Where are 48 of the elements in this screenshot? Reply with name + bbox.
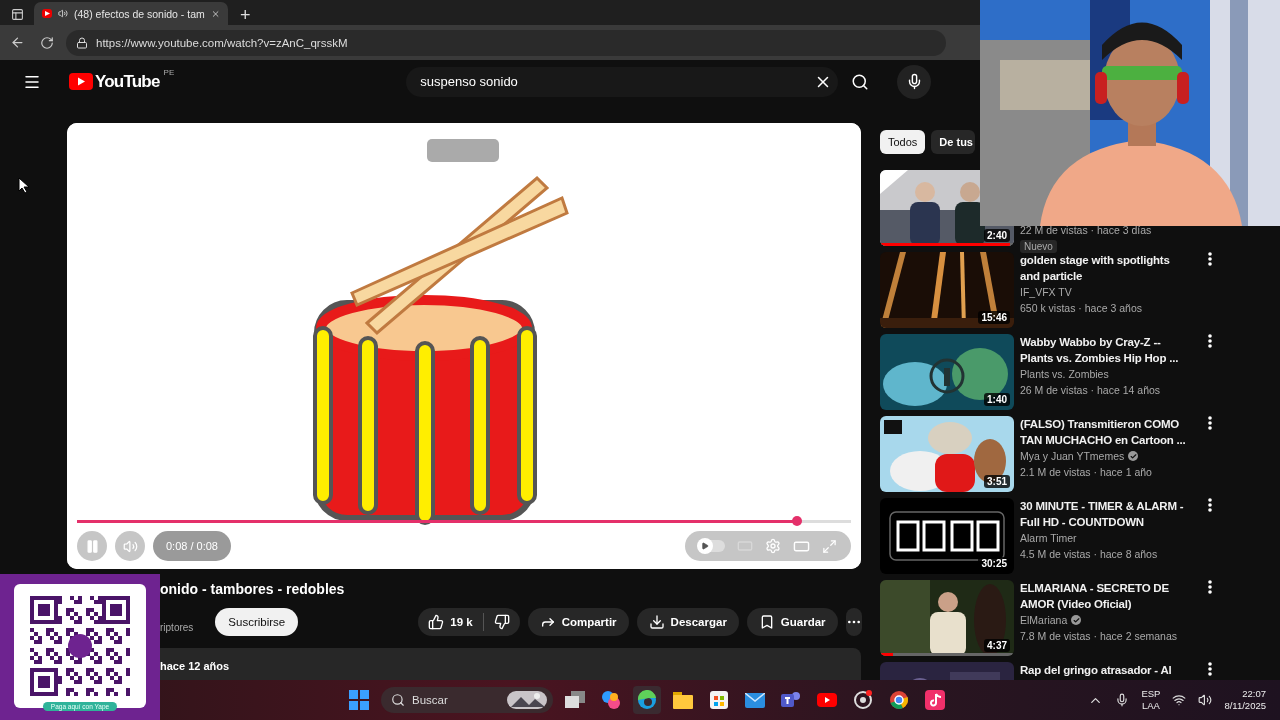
filter-chip[interactable]: Todos bbox=[880, 130, 926, 154]
view-stats: 7.8 M de vistas · hace 2 semanas bbox=[1020, 629, 1177, 644]
video-title[interactable]: golden stage with spotlights and particle bbox=[1020, 252, 1192, 284]
upload-date: hace 12 años bbox=[160, 660, 230, 672]
video-duration: 4:37 bbox=[984, 639, 1010, 652]
language-indicator[interactable]: ESP LAA bbox=[1141, 688, 1161, 712]
view-stats: 4.5 M de vistas · hace 8 años bbox=[1020, 547, 1158, 562]
video-title[interactable]: ELMARIANA - SECRETO DE AMOR (Video Oficial) bbox=[1020, 580, 1192, 612]
like-button[interactable]: 19 k bbox=[418, 608, 483, 636]
search-placeholder: Buscar bbox=[412, 694, 449, 706]
video-duration: 15:46 bbox=[978, 311, 1010, 324]
download-button[interactable]: Descargar bbox=[636, 608, 739, 636]
video-duration: 3:51 bbox=[984, 475, 1010, 488]
filter-chip[interactable]: De tus bbox=[931, 130, 975, 154]
save-button[interactable]: Guardar bbox=[746, 608, 838, 636]
url-text: https://www.youtube.com/watch?v=zAnC_qrsskM bbox=[96, 36, 348, 49]
video-duration: 2:40 bbox=[984, 229, 1010, 242]
video-title: onido - tambores - redobles bbox=[160, 581, 346, 597]
view-stats: 26 M de vistas · hace 14 años bbox=[1020, 383, 1161, 398]
video-title[interactable]: (FALSO) Transmitieron COMO TAN MUCHACHO en Cartoon ... bbox=[1020, 416, 1192, 448]
new-badge: Nuevo bbox=[1020, 240, 1057, 253]
taskbar-search[interactable]: Buscar bbox=[381, 687, 553, 713]
video-title[interactable]: 30 MINUTE - TIMER & ALARM - Full HD - COUNTDOWN bbox=[1020, 498, 1192, 530]
search-field[interactable]: suspenso sonido bbox=[406, 66, 839, 97]
tab-title: (48) efectos de sonido - tam bbox=[74, 7, 205, 20]
logo-text: YouTube bbox=[95, 71, 160, 92]
clock[interactable]: 22:07 8/11/2025 bbox=[1224, 688, 1266, 712]
description-panel[interactable]: hace 12 años bbox=[160, 648, 861, 680]
view-stats: 22 M de vistas · hace 3 días bbox=[1020, 223, 1152, 238]
channel-name[interactable]: Plants vs. Zombies bbox=[1020, 366, 1109, 382]
video-title[interactable]: Rap del gringo atrasador - Al bbox=[1020, 662, 1192, 678]
video-duration: 1:40 bbox=[984, 393, 1010, 406]
video-title[interactable]: Wabby Wabbo by Cray-Z -- Plants vs. Zombies Hip Hop ... bbox=[1020, 334, 1192, 366]
subscribe-button[interactable]: Suscribirse bbox=[215, 608, 299, 636]
video-duration: 30:25 bbox=[978, 557, 1010, 570]
channel-name[interactable]: IF_VFX TV bbox=[1020, 284, 1072, 300]
view-stats: 2.1 M de vistas · hace 1 año bbox=[1020, 465, 1152, 480]
time-display: 0:08 / 0:08 bbox=[153, 531, 231, 561]
search-input[interactable]: suspenso sonido bbox=[418, 73, 815, 90]
channel-name[interactable]: ElMariana bbox=[1020, 612, 1068, 628]
channel-name[interactable]: Alarm Timer bbox=[1020, 530, 1077, 546]
address-field[interactable]: https://www.youtube.com/watch?v=zAnC_qrsskM bbox=[66, 29, 946, 56]
browser-tab[interactable]: (48) efectos de sonido - tam bbox=[34, 2, 228, 25]
subscriber-count: riptores bbox=[160, 621, 194, 633]
share-button[interactable]: Compartir bbox=[527, 608, 629, 636]
new-tab-button[interactable]: + bbox=[234, 5, 257, 25]
view-stats: 650 k vistas · hace 3 años bbox=[1020, 301, 1142, 316]
channel-name[interactable]: Mya y Juan YTmemes bbox=[1020, 448, 1125, 464]
